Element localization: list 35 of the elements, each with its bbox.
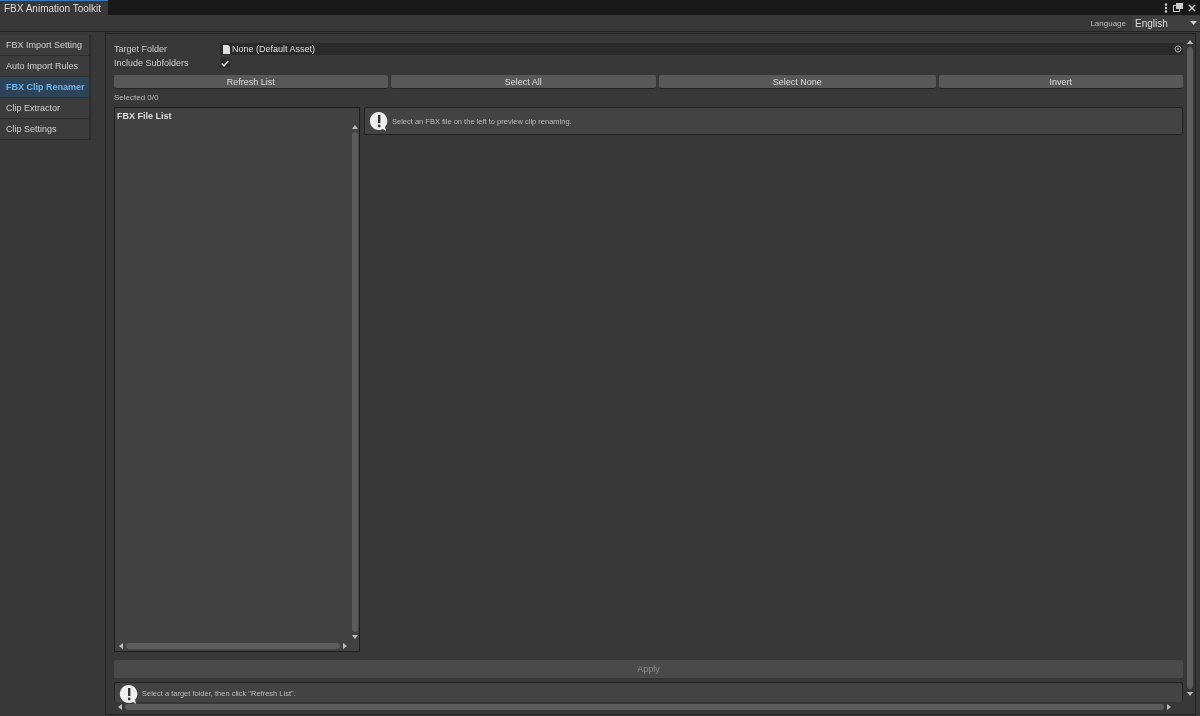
selection-count: Selected 0/0 <box>114 93 160 103</box>
language-label: Language <box>1090 18 1126 28</box>
panel-title: FBX File List <box>116 110 173 123</box>
checkbox[interactable] <box>220 58 230 68</box>
window-restore-icon[interactable] <box>1173 3 1183 12</box>
toolbar-button[interactable]: Refresh List <box>114 75 388 89</box>
sidebar-item[interactable]: Clip Settings <box>0 119 91 140</box>
file-icon <box>223 44 230 54</box>
down-arrow-icon[interactable] <box>351 635 358 639</box>
right-arrow-icon[interactable] <box>343 643 347 649</box>
sidebar-item[interactable]: Auto Import Rules <box>0 56 91 77</box>
object-field[interactable]: None (Default Asset) <box>220 43 1183 55</box>
exclamation-icon <box>369 111 389 131</box>
toolbar-button[interactable]: Invert <box>938 75 1183 89</box>
vertical-scrollbar[interactable] <box>350 123 359 641</box>
exclamation-icon <box>119 683 139 704</box>
sidebar-item[interactable]: FBX Clip Renamer <box>0 77 91 98</box>
right-arrow-icon[interactable] <box>1167 704 1171 710</box>
more-icon[interactable] <box>1164 2 1168 13</box>
language-dropdown[interactable]: English <box>1132 15 1200 31</box>
field-label: Include Subfolders <box>114 58 190 68</box>
sidebar-item[interactable]: Clip Extractor <box>0 98 91 119</box>
sidebar-item[interactable]: FBX Import Setting <box>0 35 91 56</box>
target-icon[interactable] <box>1174 45 1182 53</box>
toolbar-button[interactable]: Select All <box>390 75 656 89</box>
window-tab[interactable]: FBX Animation Toolkit <box>0 0 109 15</box>
up-arrow-icon[interactable] <box>1187 40 1193 44</box>
caret-icon <box>1190 21 1197 25</box>
toolbar-button[interactable]: Select None <box>659 75 936 89</box>
down-arrow-icon[interactable] <box>1187 692 1193 696</box>
left-arrow-icon[interactable] <box>118 704 122 710</box>
up-arrow-icon[interactable] <box>351 125 358 129</box>
close-icon[interactable] <box>1188 3 1196 12</box>
left-arrow-icon[interactable] <box>119 643 123 649</box>
field-label: Target Folder <box>114 44 169 54</box>
